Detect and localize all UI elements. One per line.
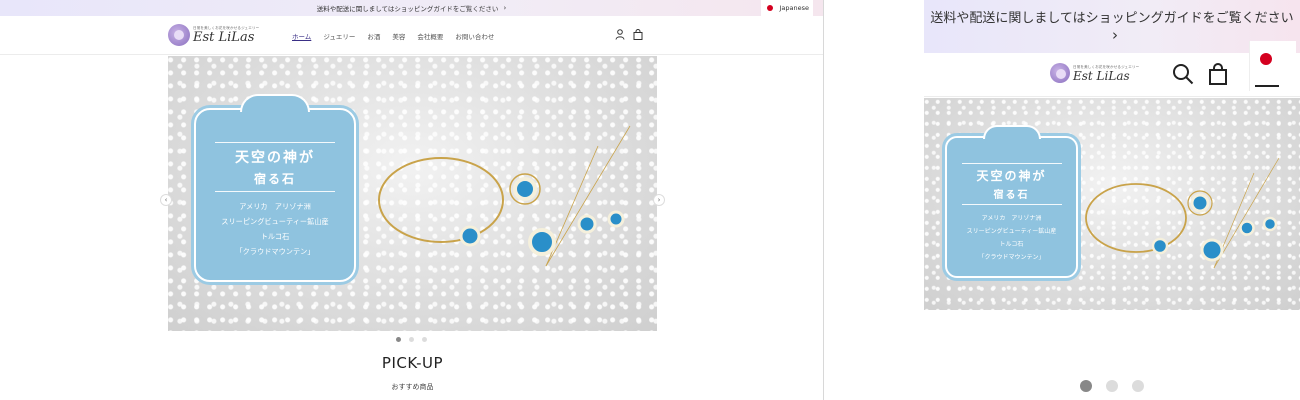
section-subtitle: おすすめ商品 [391, 383, 434, 391]
chevron-left-icon: ‹ [164, 196, 168, 204]
language-label: Japanese [779, 4, 809, 12]
slide-dot-2[interactable] [409, 337, 414, 342]
announcement-text[interactable]: 送料や配送に関しましてはショッピングガイドをご覧ください [317, 3, 499, 13]
nav-item-jewelry[interactable]: ジュエリー [323, 31, 355, 41]
nav-item-home[interactable]: ホーム [292, 31, 311, 41]
lilac-flower-icon [168, 24, 190, 46]
chevron-right-icon: › [503, 4, 507, 12]
main-nav: ホーム ジュエリー お酒 美容 会社概要 お問い合わせ [292, 31, 494, 41]
mobile-header: 日常を美しくお花を咲かせるジュエリー Est LiLas [924, 53, 1300, 97]
nav-item-sake[interactable]: お酒 [367, 31, 380, 41]
language-selector[interactable]: Japanese [761, 0, 813, 16]
chevron-right-icon: › [657, 196, 661, 204]
bag-icon[interactable] [1208, 63, 1228, 85]
hero-next-button[interactable]: › [653, 194, 665, 206]
search-icon[interactable] [1172, 63, 1194, 85]
slide-dot-1[interactable] [1080, 380, 1092, 392]
nav-item-beauty[interactable]: 美容 [392, 31, 405, 41]
chevron-right-icon: › [1112, 26, 1118, 44]
site-header: 日常を美しくお花を咲かせるジュエリー Est LiLas ホーム ジュエリー お… [0, 16, 823, 55]
slide-dot-2[interactable] [1106, 380, 1118, 392]
mobile-announcement-bar[interactable]: 送料や配送に関しましてはショッピングガイドをご覧ください › [924, 0, 1300, 53]
mobile-hero-pagination [1080, 380, 1144, 392]
nav-item-contact[interactable]: お問い合わせ [455, 31, 494, 41]
mobile-announcement-text[interactable]: 送料や配送に関しましてはショッピングガイドをご覧ください [930, 11, 1293, 26]
mobile-site-logo[interactable]: 日常を美しくお花を咲かせるジュエリー Est LiLas [1050, 63, 1139, 83]
mobile-logo-name: Est LiLas [1073, 68, 1130, 83]
slide-dot-3[interactable] [422, 337, 427, 342]
mobile-jewelry-image [1085, 157, 1280, 269]
desktop-view: 送料や配送に関しましてはショッピングガイドをご覧ください › Japanese … [0, 0, 824, 400]
mobile-view: 送料や配送に関しましてはショッピングガイドをご覧ください › 日常を美しくお花を… [924, 0, 1300, 400]
hero-banner[interactable]: 天空の神が 宿る石 アメリカ アリゾナ洲 スリーピングビューティー鉱山産 トルコ… [168, 56, 657, 331]
japan-flag-icon [767, 5, 774, 11]
mobile-language-menu[interactable] [1249, 41, 1296, 91]
menu-icon[interactable] [1255, 85, 1279, 87]
hero-prev-button[interactable]: ‹ [160, 194, 172, 206]
header-icons [615, 29, 643, 40]
jewelry-image [378, 125, 631, 267]
slide-dot-1[interactable] [396, 337, 401, 342]
lilac-flower-icon [1050, 63, 1070, 83]
mobile-header-icons [1172, 63, 1228, 85]
japan-flag-icon [1260, 53, 1272, 65]
mobile-hero-banner[interactable]: 天空の神が 宿る石 アメリカ アリゾナ洲 スリーピングビューティー鉱山産 トルコ… [924, 98, 1300, 310]
slide-dot-3[interactable] [1132, 380, 1144, 392]
user-icon[interactable] [615, 29, 625, 40]
logo-name: Est LiLas [193, 30, 255, 45]
hero-pagination [396, 337, 427, 342]
section-title: PICK-UP [381, 354, 444, 372]
bag-icon[interactable] [633, 29, 643, 40]
nav-item-company[interactable]: 会社概要 [417, 31, 443, 41]
announcement-bar[interactable]: 送料や配送に関しましてはショッピングガイドをご覧ください › Japanese [0, 0, 823, 16]
site-logo[interactable]: 日常を美しくお花を咲かせるジュエリー Est LiLas [168, 24, 259, 46]
